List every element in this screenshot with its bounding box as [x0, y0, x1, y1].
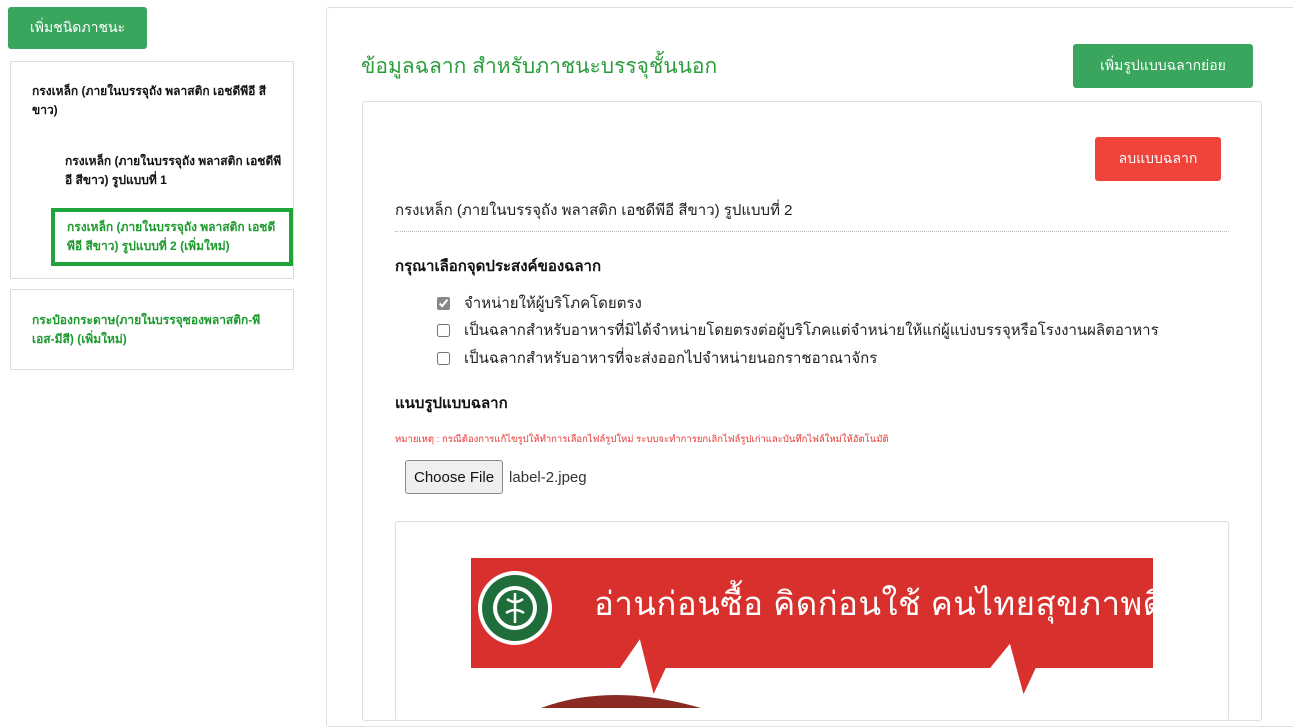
add-sub-label-button[interactable]: เพิ่มรูปแบบฉลากย่อย [1073, 44, 1253, 88]
purpose-checkbox-2[interactable] [437, 323, 450, 337]
file-name: label-2.jpeg [509, 468, 587, 486]
page-title: ข้อมูลฉลาก สำหรับภาชนะบรรจุชั้นนอก [361, 55, 718, 78]
purpose-option-repacker[interactable]: เป็นฉลากสำหรับอาหารที่มิได้จำหน่ายโดยตรง… [437, 318, 1159, 342]
divider [395, 231, 1229, 232]
purpose-option-label: เป็นฉลากสำหรับอาหารที่จะส่งออกไปจำหน่ายน… [464, 350, 878, 367]
ministry-seal-icon [478, 571, 552, 645]
choose-file-button[interactable]: Choose File [405, 460, 504, 494]
delete-label-button[interactable]: ลบแบบฉลาก [1095, 137, 1221, 181]
sidebar-item-variant-2-active[interactable]: กรงเหล็ก (ภายในบรรจุถัง พลาสติก เอชดีพีอ… [51, 208, 293, 266]
sidebar-group-steel-cage: กรงเหล็ก (ภายในบรรจุถัง พลาสติก เอชดีพีอ… [10, 61, 294, 279]
purpose-checkbox-1[interactable] [437, 296, 450, 310]
sidebar-group-title-2[interactable]: กระป๋องกระดาษ(ภายในบรรจุซองพลาสติก-พีเอส… [32, 311, 282, 349]
purpose-checkbox-3[interactable] [437, 351, 450, 365]
purpose-option-export[interactable]: เป็นฉลากสำหรับอาหารที่จะส่งออกไปจำหน่ายน… [437, 346, 877, 370]
variant-title: กรงเหล็ก (ภายในบรรจุถัง พลาสติก เอชดีพีอ… [395, 202, 793, 219]
note-text: หมายเหตุ : กรณีต้องการแก้ไขรูปให้ทำการเล… [395, 434, 889, 445]
sidebar-group-paper-can: กระป๋องกระดาษ(ภายในบรรจุซองพลาสติก-พีเอส… [10, 289, 294, 370]
sidebar-item-variant-1[interactable]: กรงเหล็ก (ภายในบรรจุถัง พลาสติก เอชดีพีอ… [65, 152, 285, 190]
file-upload: Choose File label-2.jpeg [405, 460, 587, 494]
add-container-type-button[interactable]: เพิ่มชนิดภาชนะ [8, 7, 147, 49]
preview-slogan-text: อ่านก่อนซื้อ คิดก่อนใช้ คนไทยสุขภาพดี [594, 585, 1165, 622]
sidebar-group-title[interactable]: กรงเหล็ก (ภายในบรรจุถัง พลาสติก เอชดีพีอ… [32, 82, 282, 120]
purpose-option-label: เป็นฉลากสำหรับอาหารที่มิได้จำหน่ายโดยตรง… [464, 322, 1159, 339]
attach-heading: แนบรูปแบบฉลาก [395, 395, 508, 412]
purpose-option-direct-consumer[interactable]: จำหน่ายให้ผู้บริโภคโดยตรง [437, 291, 642, 315]
purpose-heading: กรุณาเลือกจุดประสงค์ของฉลาก [395, 258, 602, 275]
purpose-option-label: จำหน่ายให้ผู้บริโภคโดยตรง [464, 295, 642, 312]
